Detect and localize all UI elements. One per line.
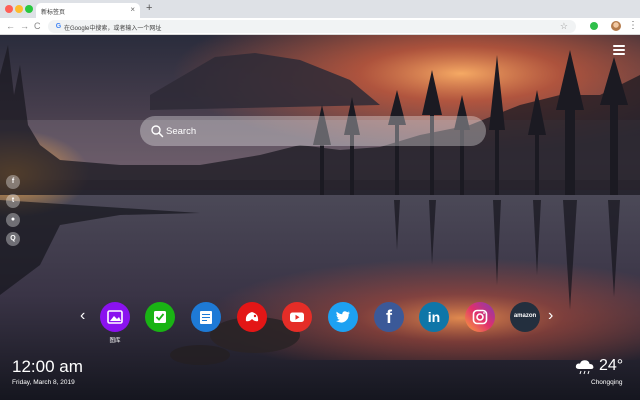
instagram-icon <box>465 302 495 332</box>
clock-time: 12:00 am <box>12 357 83 376</box>
checkbox-icon <box>145 302 175 332</box>
window-minimize-button[interactable] <box>15 5 23 13</box>
back-icon[interactable]: ← <box>6 20 15 32</box>
dock-prev-button[interactable]: ‹ <box>80 306 85 326</box>
tab-close-icon[interactable]: × <box>130 5 135 15</box>
search-icon <box>151 125 164 138</box>
shortcut-games[interactable] <box>237 302 267 332</box>
weather-temperature: 24° <box>599 357 624 374</box>
facebook-icon: f <box>386 307 392 327</box>
browser-toolbar: ← → C G 在Google中搜索，或者输入一个网址 ☆ <box>0 18 640 35</box>
extension-icon[interactable] <box>590 22 598 30</box>
shortcut-linkedin[interactable]: in <box>419 302 449 332</box>
tab-new-tab[interactable]: 新标签页 × <box>36 3 140 18</box>
notes-icon <box>191 302 221 332</box>
gamepad-icon <box>237 302 267 332</box>
twitter-icon <box>328 302 358 332</box>
window-maximize-button[interactable] <box>25 5 33 13</box>
profile-avatar[interactable] <box>611 21 621 31</box>
window-close-button[interactable] <box>5 5 13 13</box>
shortcut-twitter[interactable] <box>328 302 358 332</box>
shortcut-gallery-label: 图库 <box>109 338 121 344</box>
address-placeholder: 在Google中搜索，或者输入一个网址 <box>64 26 162 32</box>
menu-icon[interactable] <box>613 45 625 55</box>
social-rail: f t ● Q <box>6 175 20 251</box>
bookmark-star-icon[interactable]: ☆ <box>560 21 568 32</box>
search-icon[interactable]: Q <box>6 232 20 246</box>
browser-menu-icon[interactable]: ⋮ <box>628 19 638 33</box>
address-bar[interactable]: G 在Google中搜索，或者输入一个网址 ☆ <box>48 20 576 33</box>
facebook-icon[interactable]: f <box>6 175 20 189</box>
pin-icon[interactable]: ● <box>6 213 20 227</box>
clock-date: Friday, March 8, 2019 <box>12 379 75 386</box>
gallery-icon <box>100 302 130 332</box>
google-icon: G <box>55 23 62 30</box>
new-tab-button[interactable]: + <box>146 2 152 15</box>
search-box[interactable] <box>140 116 486 146</box>
shortcut-tasks[interactable] <box>145 302 175 332</box>
twitter-icon[interactable]: t <box>6 194 20 208</box>
shortcut-youtube[interactable] <box>282 302 312 332</box>
weather-city: Chongqing <box>591 379 623 386</box>
shortcut-facebook[interactable]: f <box>374 302 404 332</box>
amazon-icon: amazon <box>513 313 537 319</box>
forward-icon[interactable]: → <box>20 20 29 32</box>
shortcut-amazon[interactable]: amazon <box>510 302 540 332</box>
shortcut-gallery[interactable] <box>100 302 130 332</box>
search-input[interactable] <box>166 120 466 142</box>
linkedin-icon: in <box>427 309 441 325</box>
tab-strip: 新标签页 × + <box>0 0 640 18</box>
dock-next-button[interactable]: › <box>548 306 553 326</box>
shortcut-notes[interactable] <box>191 302 221 332</box>
background-landscape <box>0 35 640 400</box>
cloud-rain-icon <box>575 360 594 375</box>
tab-title: 新标签页 <box>41 10 66 16</box>
reload-icon[interactable]: C <box>34 20 41 32</box>
shortcut-instagram[interactable] <box>465 302 495 332</box>
youtube-icon <box>282 302 312 332</box>
